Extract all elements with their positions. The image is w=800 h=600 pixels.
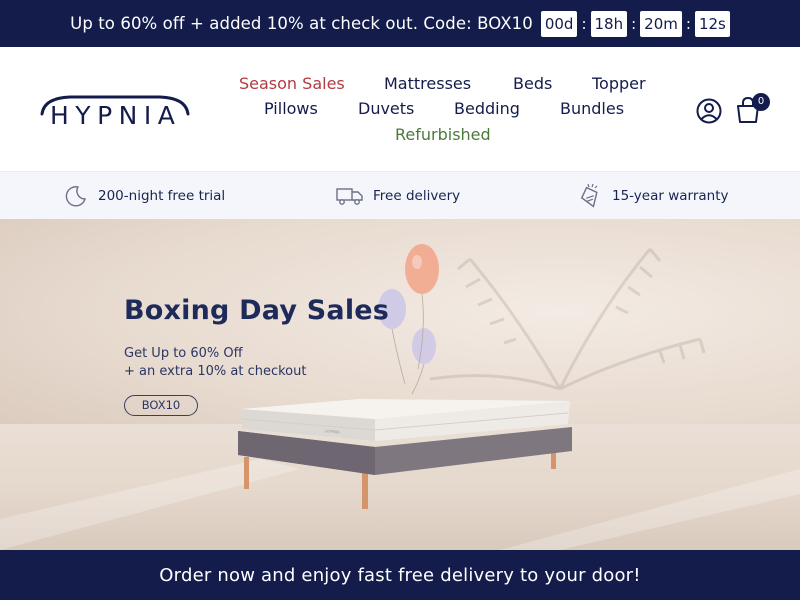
usp-trial: 200-night free trial [64,172,225,219]
main-nav: Season Sales Mattresses Beds Topper Pill… [0,47,800,172]
nav-bedding[interactable]: Bedding [454,99,520,118]
account-icon[interactable] [696,98,722,124]
usp-trial-label: 200-night free trial [98,187,226,204]
usp-delivery-label: Free delivery [373,187,461,204]
nav-refurbished[interactable]: Refurbished [395,125,491,144]
delivery-banner: Order now and enjoy fast free delivery t… [0,550,800,600]
hero-subtitle-line2: + an extra 10% at checkout [124,364,307,379]
hero-title: Boxing Day Sales [124,295,390,326]
nav-pillows[interactable]: Pillows [264,99,318,118]
nav-mattresses[interactable]: Mattresses [384,74,471,93]
usp-warranty-label: 15-year warranty [612,187,729,204]
moon-icon [65,185,86,206]
promo-code-pill[interactable]: BOX10 [124,395,198,416]
announcement-bar: Up to 60% off + added 10% at check out. … [0,0,800,47]
cart-count-badge: 0 [752,93,770,111]
truck-icon [336,187,363,205]
countdown-minutes: 20m [640,10,682,37]
nav-bundles[interactable]: Bundles [560,99,624,118]
usp-warranty: 15-year warranty [578,172,729,219]
hero-banner[interactable]: Boxing Day Sales Get Up to 60% Off + an … [0,219,800,550]
delivery-banner-text: Order now and enjoy fast free delivery t… [159,564,641,586]
hero-subtitle-line1: Get Up to 60% Off [124,346,243,361]
countdown-timer: 00d : 18h : 20m : 12s [540,10,730,37]
nav-duvets[interactable]: Duvets [358,99,414,118]
countdown-separator: : [631,14,637,33]
countdown-separator: : [581,14,587,33]
usp-delivery: Free delivery [336,172,460,219]
bed-illustration [238,399,572,509]
light-streaks [0,459,800,550]
site-header: HYPNIA Season Sales Mattresses Beds Topp… [0,47,800,172]
announcement-text: Up to 60% off + added 10% at check out. … [70,14,533,33]
usp-bar: 200-night free trial Free delivery 15-ye… [0,172,800,219]
palm-shadow-icon [429,248,706,391]
countdown-hours: 18h [590,10,628,37]
countdown-days: 00d [540,10,578,37]
countdown-separator: : [685,14,691,33]
nav-season-sales[interactable]: Season Sales [239,74,345,93]
mattress-label: HYPNIA [324,428,340,435]
hero-illustration [0,244,800,550]
nav-topper[interactable]: Topper [592,74,646,93]
warranty-tag-icon [580,183,598,208]
countdown-seconds: 12s [694,10,730,37]
nav-beds[interactable]: Beds [513,74,552,93]
